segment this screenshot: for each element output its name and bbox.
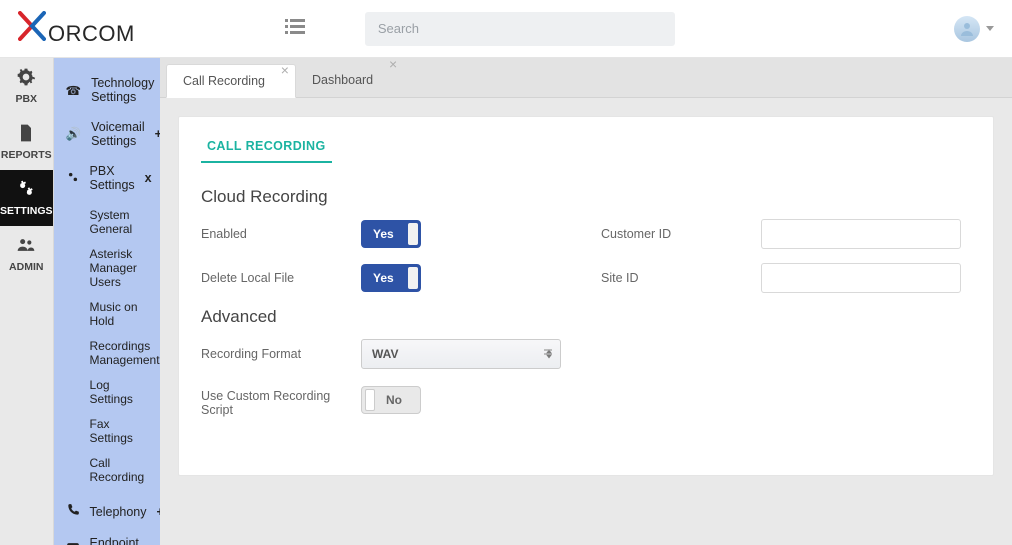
toggle-delete-local[interactable]: Yes bbox=[361, 264, 421, 292]
gears-icon bbox=[66, 170, 80, 187]
collapse-icon: x bbox=[145, 171, 152, 185]
search-box bbox=[365, 12, 675, 46]
phone-square-icon bbox=[66, 542, 80, 545]
phone-classic-icon: ☎ bbox=[66, 83, 82, 98]
advanced-form: Recording Format WAV Use Custom Recordin… bbox=[201, 339, 971, 417]
label-format: Recording Format bbox=[201, 347, 331, 361]
cloud-form: Enabled Yes Customer ID Delete Local Fil… bbox=[201, 219, 971, 293]
rail-item-admin[interactable]: ADMIN bbox=[0, 226, 53, 282]
label-enabled: Enabled bbox=[201, 227, 331, 241]
main-area: Call Recording × Dashboard × CALL RECORD… bbox=[160, 58, 1012, 545]
toggle-value: Yes bbox=[361, 271, 394, 285]
sidemenu-item-fax-settings[interactable]: Fax Settings bbox=[54, 411, 160, 450]
label-delete-local: Delete Local File bbox=[201, 271, 331, 285]
brand-x-icon bbox=[18, 11, 46, 41]
sidemenu-item-amu[interactable]: Asterisk Manager Users bbox=[54, 241, 160, 294]
gears-icon bbox=[16, 179, 36, 202]
label-site-id: Site ID bbox=[601, 271, 731, 285]
rail-item-label: SETTINGS bbox=[0, 205, 53, 217]
users-icon bbox=[16, 235, 36, 258]
group-label: Endpoint Manager bbox=[90, 536, 139, 545]
brand-logo: ORCOM bbox=[18, 11, 135, 47]
rail-item-label: PBX bbox=[15, 93, 37, 105]
avatar-icon bbox=[954, 16, 980, 42]
inner-tab-call-recording[interactable]: CALL RECORDING bbox=[201, 131, 332, 163]
group-label: Voicemail Settings bbox=[91, 120, 145, 148]
topbar: ORCOM bbox=[0, 0, 1012, 58]
sidemenu-group-tech[interactable]: ☎ Technology Settings + bbox=[54, 68, 160, 112]
group-label: Telephony bbox=[90, 505, 147, 519]
sidemenu-group-telephony[interactable]: Telephony + bbox=[54, 495, 160, 528]
tab-label: Call Recording bbox=[183, 74, 265, 88]
sidemenu-item-log-settings[interactable]: Log Settings bbox=[54, 372, 160, 411]
content-wrap: CALL RECORDING Cloud Recording Enabled Y… bbox=[160, 98, 1012, 494]
section-title-advanced: Advanced bbox=[201, 307, 971, 327]
document-icon bbox=[16, 123, 36, 146]
toggle-enabled[interactable]: Yes bbox=[361, 220, 421, 248]
phone-icon bbox=[66, 503, 80, 520]
toggle-knob bbox=[408, 267, 418, 289]
sidemenu-group-vm[interactable]: 🔊 Voicemail Settings + bbox=[54, 112, 160, 156]
toggle-knob bbox=[408, 223, 418, 245]
search-input[interactable] bbox=[365, 12, 675, 46]
close-icon[interactable]: × bbox=[389, 57, 397, 71]
tab-label: Dashboard bbox=[312, 73, 373, 87]
gear-icon bbox=[16, 67, 36, 90]
volume-icon: 🔊 bbox=[66, 127, 82, 142]
toggle-value: Yes bbox=[361, 227, 394, 241]
input-site-id[interactable] bbox=[761, 263, 961, 293]
sidemenu-group-pbx[interactable]: PBX Settings x bbox=[54, 156, 160, 200]
chevron-down-icon bbox=[986, 26, 994, 31]
toggle-use-script[interactable]: No bbox=[361, 386, 421, 414]
sidemenu-group-endpoint[interactable]: Endpoint Manager + bbox=[54, 528, 160, 545]
page-tabs: Call Recording × Dashboard × bbox=[160, 58, 1012, 98]
sidemenu-item-system-general[interactable]: System General bbox=[54, 202, 160, 241]
sidemenu-item-recordings-mgmt[interactable]: Recordings Management bbox=[54, 333, 160, 372]
sidemenu: ☎ Technology Settings + 🔊 Voicemail Sett… bbox=[54, 58, 160, 545]
sidemenu-item-call-recording[interactable]: Call Recording bbox=[54, 450, 160, 489]
list-view-icon[interactable] bbox=[285, 19, 305, 38]
rail-item-label: REPORTS bbox=[1, 149, 52, 161]
group-label: PBX Settings bbox=[90, 164, 135, 192]
rail-item-pbx[interactable]: PBX bbox=[0, 58, 53, 114]
toggle-knob bbox=[365, 389, 375, 411]
select-recording-format[interactable]: WAV bbox=[361, 339, 561, 369]
updown-caret-icon bbox=[546, 350, 552, 359]
group-label: Technology Settings bbox=[91, 76, 154, 104]
rail-item-label: ADMIN bbox=[9, 261, 43, 273]
body: PBX REPORTS SETTINGS ADMIN bbox=[0, 58, 1012, 545]
left-rail: PBX REPORTS SETTINGS ADMIN bbox=[0, 58, 54, 545]
label-customer-id: Customer ID bbox=[601, 227, 731, 241]
input-customer-id[interactable] bbox=[761, 219, 961, 249]
rail-item-settings[interactable]: SETTINGS bbox=[0, 170, 53, 226]
section-title-cloud: Cloud Recording bbox=[201, 187, 971, 207]
sidemenu-subitems-pbx: System General Asterisk Manager Users Mu… bbox=[54, 200, 160, 495]
brand-text: ORCOM bbox=[48, 21, 135, 47]
sidemenu-item-moh[interactable]: Music on Hold bbox=[54, 294, 160, 333]
user-menu-button[interactable] bbox=[954, 16, 994, 42]
label-use-script: Use Custom Recording Script bbox=[201, 383, 331, 417]
close-icon[interactable]: × bbox=[281, 63, 289, 77]
settings-card: CALL RECORDING Cloud Recording Enabled Y… bbox=[178, 116, 994, 476]
tab-call-recording[interactable]: Call Recording × bbox=[166, 64, 296, 98]
rail-item-reports[interactable]: REPORTS bbox=[0, 114, 53, 170]
select-value: WAV bbox=[372, 347, 398, 361]
app-window: ORCOM PBX bbox=[0, 0, 1012, 545]
tab-dashboard[interactable]: Dashboard × bbox=[296, 63, 403, 97]
